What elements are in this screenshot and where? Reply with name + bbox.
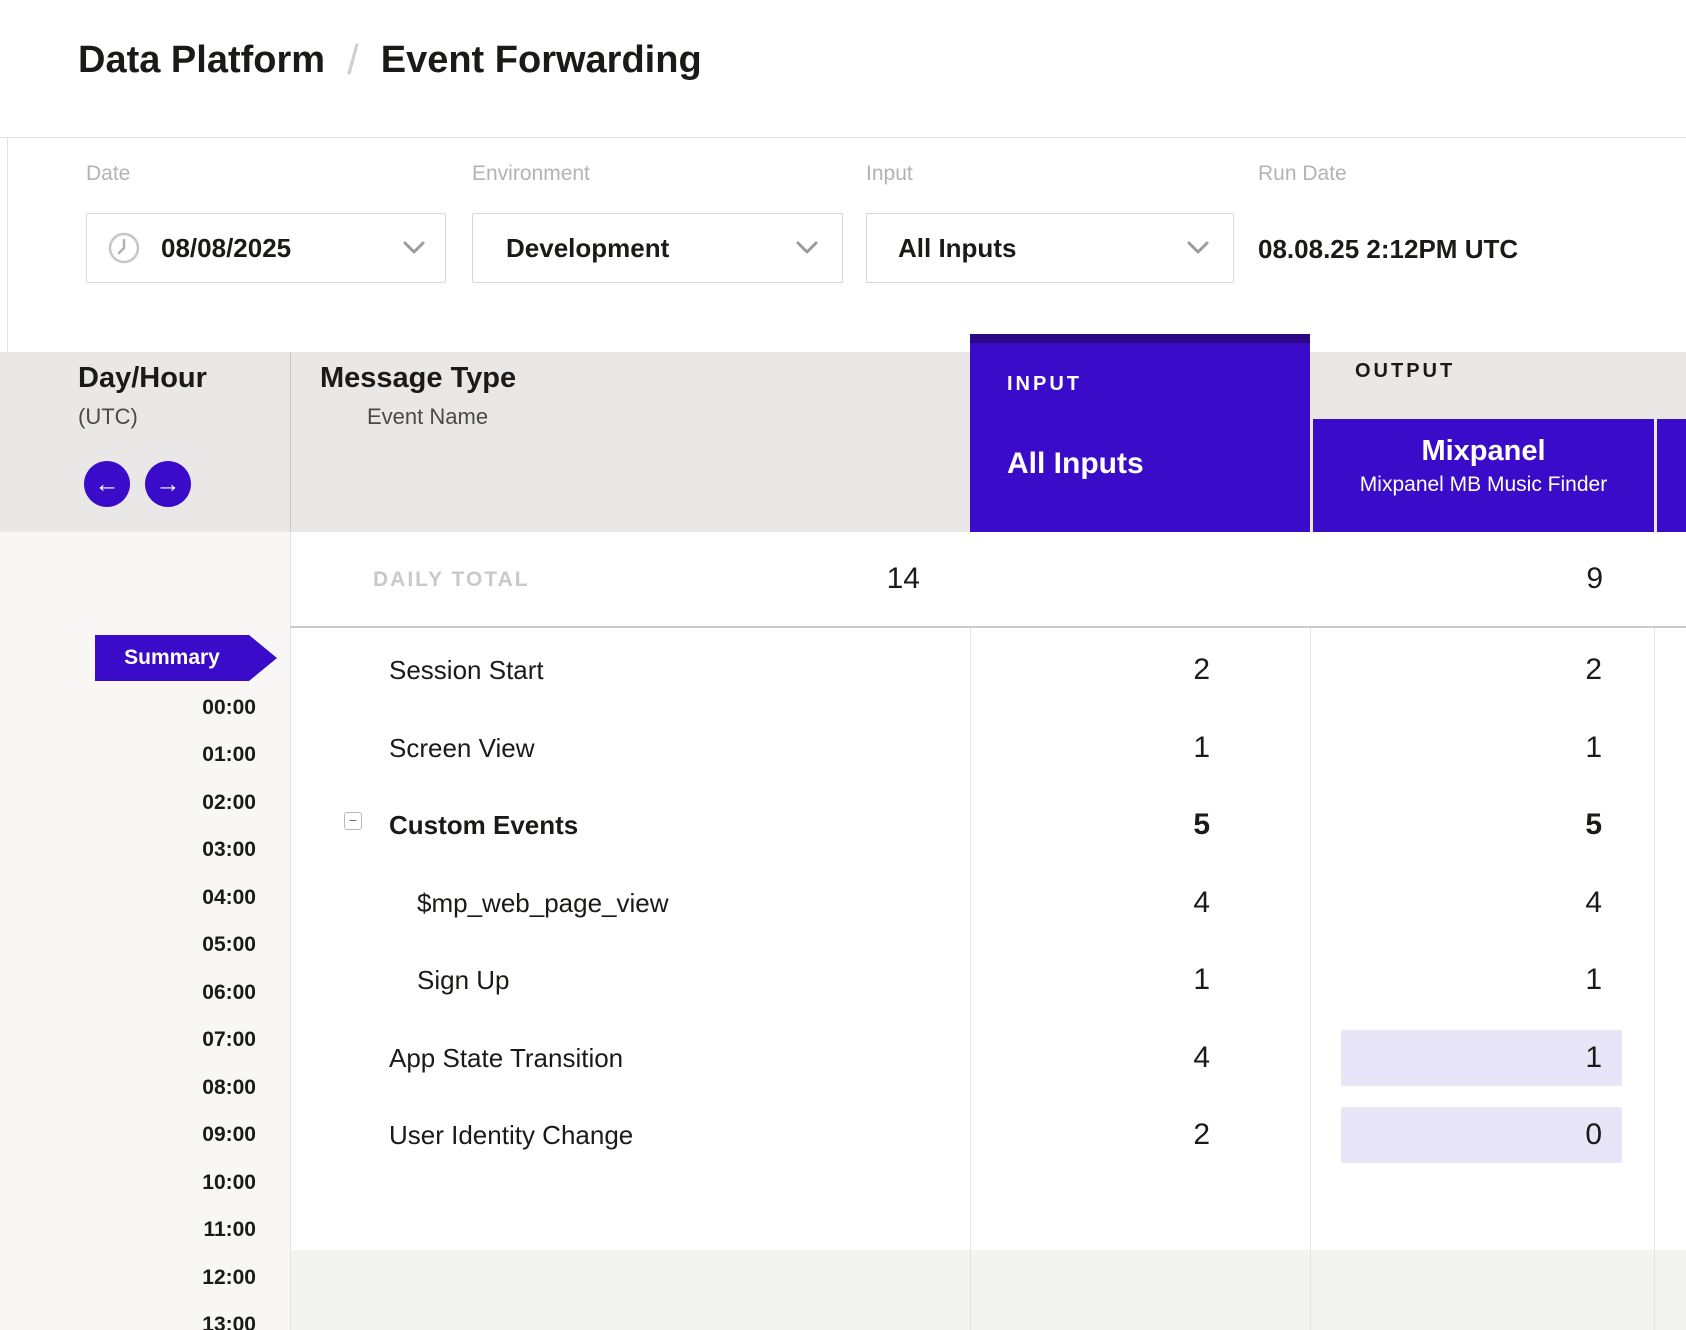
- output-count: 5: [1309, 808, 1653, 842]
- input-count: 2: [970, 1118, 1260, 1152]
- event-label: Screen View: [389, 733, 535, 764]
- table-row-screen-view: Screen View 1 1: [290, 709, 1686, 787]
- hour-item-04[interactable]: 04:00: [0, 884, 256, 912]
- table-row-app-state-transition: App State Transition 4 1: [290, 1019, 1686, 1097]
- output-group-label: OUTPUT: [1355, 360, 1455, 383]
- run-date-value: 08.08.25 2:12PM UTC: [1258, 234, 1518, 265]
- output-count: 1: [1309, 1041, 1653, 1075]
- chevron-down-icon: [1187, 241, 1209, 255]
- date-dropdown[interactable]: 08/08/2025: [86, 213, 446, 283]
- input-dropdown[interactable]: All Inputs: [866, 213, 1234, 283]
- table-row-session-start: Session Start 2 2: [290, 631, 1686, 709]
- input-count: 4: [970, 1041, 1260, 1075]
- table-row-user-identity-change: User Identity Change 2 0: [290, 1096, 1686, 1174]
- chevron-down-icon: [403, 241, 425, 255]
- chevron-down-icon: [796, 241, 818, 255]
- table-row-sign-up: Sign Up 1 1: [290, 941, 1686, 1019]
- day-hour-header: Day/Hour: [78, 362, 207, 395]
- date-filter-label: Date: [86, 162, 130, 186]
- input-column-name: All Inputs: [1007, 447, 1144, 481]
- prev-day-button[interactable]: ←: [84, 461, 130, 507]
- output-column-name: Mixpanel: [1313, 435, 1654, 468]
- input-count: 5: [970, 808, 1260, 842]
- environment-value: Development: [506, 233, 669, 264]
- summary-label: Summary: [124, 646, 220, 670]
- hour-item-12[interactable]: 12:00: [0, 1264, 256, 1292]
- event-label: Custom Events: [389, 810, 578, 841]
- output-count: 2: [1309, 653, 1653, 687]
- hour-item-07[interactable]: 07:00: [0, 1026, 256, 1054]
- hour-item-11[interactable]: 11:00: [0, 1216, 256, 1244]
- input-count: 1: [970, 731, 1260, 765]
- next-day-button[interactable]: →: [145, 461, 191, 507]
- input-count: 2: [970, 653, 1260, 687]
- hour-item-13[interactable]: 13:00: [0, 1311, 256, 1330]
- arrow-left-icon: ←: [95, 470, 120, 499]
- hour-item-05[interactable]: 05:00: [0, 931, 256, 959]
- table-footer-area: [291, 1250, 1686, 1330]
- top-bar: Data Platform / Event Forwarding: [0, 0, 1686, 138]
- next-output-column-header[interactable]: [1657, 419, 1686, 532]
- output-count: 0: [1309, 1118, 1653, 1152]
- output-column-header[interactable]: Mixpanel Mixpanel MB Music Finder: [1313, 419, 1654, 532]
- output-count: 1: [1309, 731, 1653, 765]
- environment-dropdown[interactable]: Development: [472, 213, 843, 283]
- daily-total-label: DAILY TOTAL: [373, 568, 530, 592]
- breadcrumb: Data Platform / Event Forwarding: [78, 36, 702, 84]
- hour-item-10[interactable]: 10:00: [0, 1169, 256, 1197]
- clock-icon: [107, 231, 141, 265]
- run-date-label: Run Date: [1258, 162, 1347, 186]
- input-count: 1: [970, 963, 1260, 997]
- hour-item-09[interactable]: 09:00: [0, 1121, 256, 1149]
- event-label: App State Transition: [389, 1043, 623, 1074]
- event-label: User Identity Change: [389, 1120, 633, 1151]
- hour-item-06[interactable]: 06:00: [0, 979, 256, 1007]
- event-rows: Session Start 2 2 Screen View 1 1 − Cust…: [290, 627, 1686, 1250]
- daily-total-input-value: 14: [680, 562, 970, 596]
- breadcrumb-separator: /: [347, 36, 359, 84]
- event-label: Session Start: [389, 655, 544, 686]
- daily-total-row: DAILY TOTAL 14 9: [291, 532, 1686, 627]
- date-value: 08/08/2025: [161, 233, 291, 264]
- page-title: Event Forwarding: [381, 39, 702, 82]
- environment-filter-label: Environment: [472, 162, 590, 186]
- hour-item-00[interactable]: 00:00: [0, 694, 256, 722]
- hour-item-01[interactable]: 01:00: [0, 741, 256, 769]
- minus-square-icon[interactable]: −: [344, 812, 362, 830]
- summary-selected-badge[interactable]: Summary: [95, 635, 277, 681]
- input-group-label: INPUT: [1007, 373, 1082, 396]
- event-label: Sign Up: [417, 965, 510, 996]
- hour-item-08[interactable]: 08:00: [0, 1074, 256, 1102]
- daily-total-output-value: 9: [1310, 562, 1654, 596]
- column-divider: [290, 352, 291, 532]
- output-column-subtitle: Mixpanel MB Music Finder: [1313, 473, 1654, 497]
- input-value: All Inputs: [898, 233, 1016, 264]
- output-count: 1: [1309, 963, 1653, 997]
- table-row-mp-web-page-view: $mp_web_page_view 4 4: [290, 864, 1686, 942]
- hour-item-03[interactable]: 03:00: [0, 836, 256, 864]
- input-column-header[interactable]: INPUT All Inputs: [970, 334, 1310, 532]
- day-hour-subtitle: (UTC): [78, 404, 138, 430]
- message-type-header: Message Type: [320, 362, 516, 395]
- table-row-custom-events: − Custom Events 5 5: [290, 786, 1686, 864]
- hour-item-02[interactable]: 02:00: [0, 789, 256, 817]
- event-forwarding-page: Data Platform / Event Forwarding Date En…: [0, 0, 1686, 1330]
- arrow-right-icon: →: [156, 470, 181, 499]
- input-count: 4: [970, 886, 1260, 920]
- input-filter-label: Input: [866, 162, 913, 186]
- message-type-subtitle: Event Name: [367, 404, 488, 430]
- event-label: $mp_web_page_view: [417, 888, 669, 919]
- breadcrumb-parent[interactable]: Data Platform: [78, 39, 325, 82]
- output-count: 4: [1309, 886, 1653, 920]
